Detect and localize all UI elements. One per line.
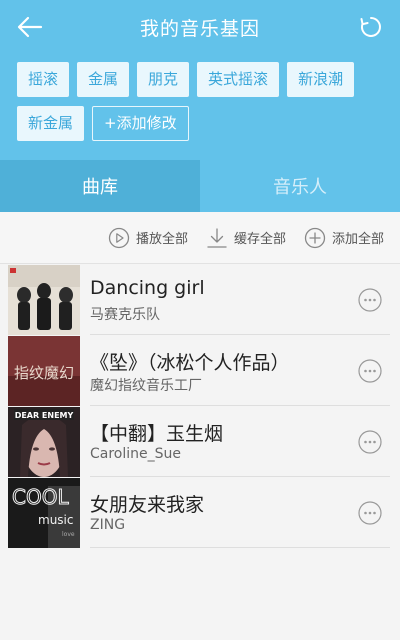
add-modify-tags-button[interactable]: +添加修改: [92, 106, 189, 141]
song-title: Dancing girl: [90, 277, 205, 299]
cover-text: 指纹魔幻: [14, 364, 74, 382]
more-options-icon[interactable]: [358, 359, 382, 383]
genre-tag[interactable]: 新浪潮: [287, 62, 355, 97]
song-title: 【中翻】玉生烟: [90, 423, 224, 445]
refresh-icon: [360, 17, 381, 37]
top-bar: 我的音乐基因: [0, 0, 400, 54]
more-options-icon[interactable]: [358, 430, 382, 454]
cover-text: COOL: [12, 485, 69, 509]
play-all-label: 播放全部: [135, 232, 188, 247]
song-row[interactable]: COOL music love 女朋友来我家 ZING: [0, 477, 400, 548]
tab-library[interactable]: 曲库: [0, 160, 200, 212]
song-artist: 马赛克乐队: [90, 307, 160, 323]
album-cover: DEAR ENEMY: [8, 407, 80, 477]
refresh-button[interactable]: [356, 12, 386, 42]
plus-circle-icon: [304, 227, 326, 248]
more-options-icon[interactable]: [358, 501, 382, 525]
song-title: 女朋友来我家: [90, 494, 205, 516]
song-title: 《坠》（冰松个人作品）: [90, 352, 290, 374]
cache-all-button[interactable]: 缓存全部: [206, 227, 286, 249]
song-artist: ZING: [90, 517, 126, 533]
song-row[interactable]: 指纹魔幻 《坠》（冰松个人作品） 魔幻指纹音乐工厂: [0, 335, 400, 406]
genre-tags: 摇滚 金属 朋克 英式摇滚 新浪潮 新金属 +添加修改: [17, 62, 387, 141]
song-row[interactable]: Dancing girl 马赛克乐队: [0, 264, 400, 335]
play-circle-icon: [108, 227, 130, 248]
tab-musicians[interactable]: 音乐人: [200, 160, 400, 212]
genre-tag[interactable]: 摇滚: [17, 62, 70, 97]
action-bar: 播放全部 缓存全部 添加全部: [0, 212, 400, 264]
cache-all-label: 缓存全部: [233, 232, 286, 247]
cover-text: music: [38, 513, 73, 527]
tab-bar: 曲库 音乐人: [0, 160, 400, 212]
more-options-icon[interactable]: [358, 288, 382, 312]
song-artist: 魔幻指纹音乐工厂: [90, 378, 202, 394]
add-all-button[interactable]: 添加全部: [304, 227, 384, 249]
page-title: 我的音乐基因: [139, 18, 260, 40]
album-cover: [8, 265, 80, 335]
song-row[interactable]: DEAR ENEMY 【中翻】玉生烟 Caroline_Sue: [0, 406, 400, 477]
genre-tag[interactable]: 朋克: [137, 62, 190, 97]
cover-text: DEAR ENEMY: [15, 411, 74, 420]
genre-tag[interactable]: 金属: [77, 62, 130, 97]
header: 我的音乐基因 摇滚 金属 朋克 英式摇滚 新浪潮 新金属 +添加修改: [0, 0, 400, 160]
genre-tag[interactable]: 英式摇滚: [197, 62, 280, 97]
genre-tag[interactable]: 新金属: [17, 106, 85, 141]
song-artist: Caroline_Sue: [90, 446, 182, 462]
play-all-button[interactable]: 播放全部: [108, 227, 188, 249]
add-all-label: 添加全部: [331, 232, 384, 247]
song-list: Dancing girl 马赛克乐队 指纹魔幻 《坠》（冰松个人作品） 魔幻指纹…: [0, 264, 400, 548]
cover-text: love: [62, 531, 75, 538]
album-cover: 指纹魔幻: [8, 336, 80, 406]
download-icon: [207, 227, 227, 248]
album-cover: COOL music love: [8, 478, 80, 548]
